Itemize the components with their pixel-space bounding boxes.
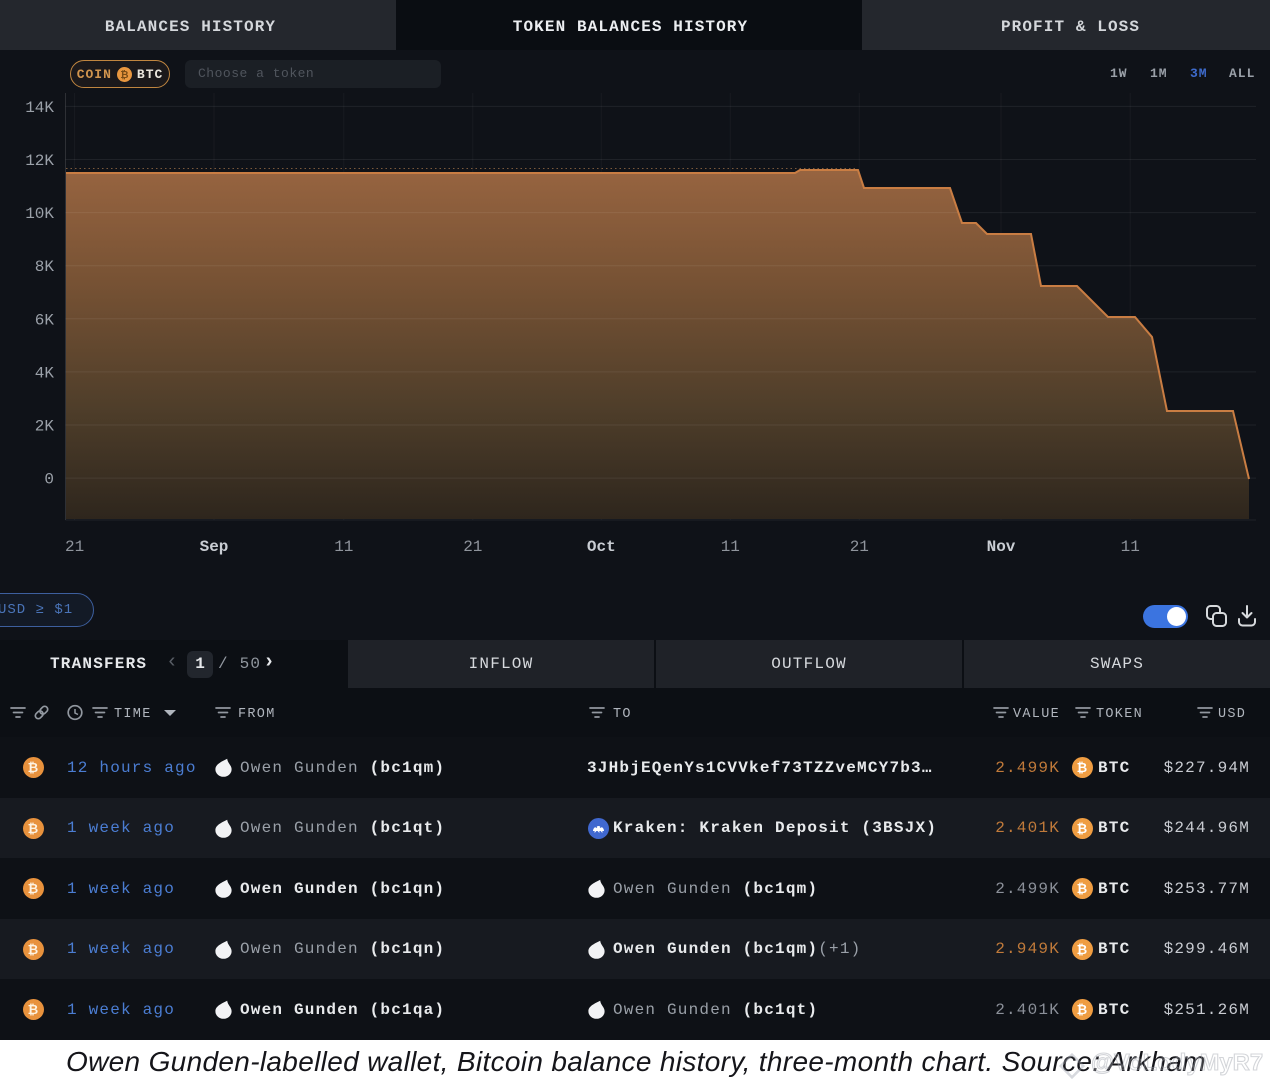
svg-text:₿: ₿ [1077, 942, 1089, 957]
svg-text:USD: USD [1218, 707, 1246, 722]
svg-text:10K: 10K [25, 205, 54, 223]
svg-text:₿: ₿ [28, 1002, 40, 1017]
svg-text:11: 11 [334, 538, 353, 556]
svg-text:FROM: FROM [238, 707, 276, 722]
svg-text:Nov: Nov [987, 538, 1016, 556]
svg-text:21: 21 [65, 538, 84, 556]
svg-text:VALUE: VALUE [1013, 707, 1060, 722]
svg-text:Sep: Sep [200, 538, 229, 556]
svg-text:₿: ₿ [120, 69, 128, 81]
svg-text:8K: 8K [35, 258, 55, 276]
svg-text:₿: ₿ [1077, 821, 1089, 836]
svg-text:0: 0 [44, 471, 54, 489]
svg-text:4K: 4K [35, 364, 55, 382]
svg-text:₿: ₿ [28, 760, 40, 775]
svg-text:11: 11 [1121, 538, 1140, 556]
svg-text:TOKEN: TOKEN [1096, 707, 1143, 722]
svg-text:12K: 12K [25, 152, 54, 170]
svg-text:21: 21 [463, 538, 482, 556]
svg-text:2K: 2K [35, 418, 55, 436]
svg-text:Oct: Oct [587, 538, 616, 556]
svg-text:6K: 6K [35, 311, 55, 329]
svg-text:11: 11 [721, 538, 740, 556]
svg-text:TO: TO [613, 707, 632, 722]
svg-text:14K: 14K [25, 99, 54, 117]
svg-text:₿: ₿ [28, 881, 40, 896]
svg-text:21: 21 [850, 538, 869, 556]
svg-text:₿: ₿ [28, 821, 40, 836]
svg-text:₿: ₿ [1077, 881, 1089, 896]
svg-text:TIME: TIME [114, 707, 152, 722]
svg-text:₿: ₿ [1077, 760, 1089, 775]
svg-text:₿: ₿ [28, 942, 40, 957]
svg-text:₿: ₿ [1077, 1002, 1089, 1017]
